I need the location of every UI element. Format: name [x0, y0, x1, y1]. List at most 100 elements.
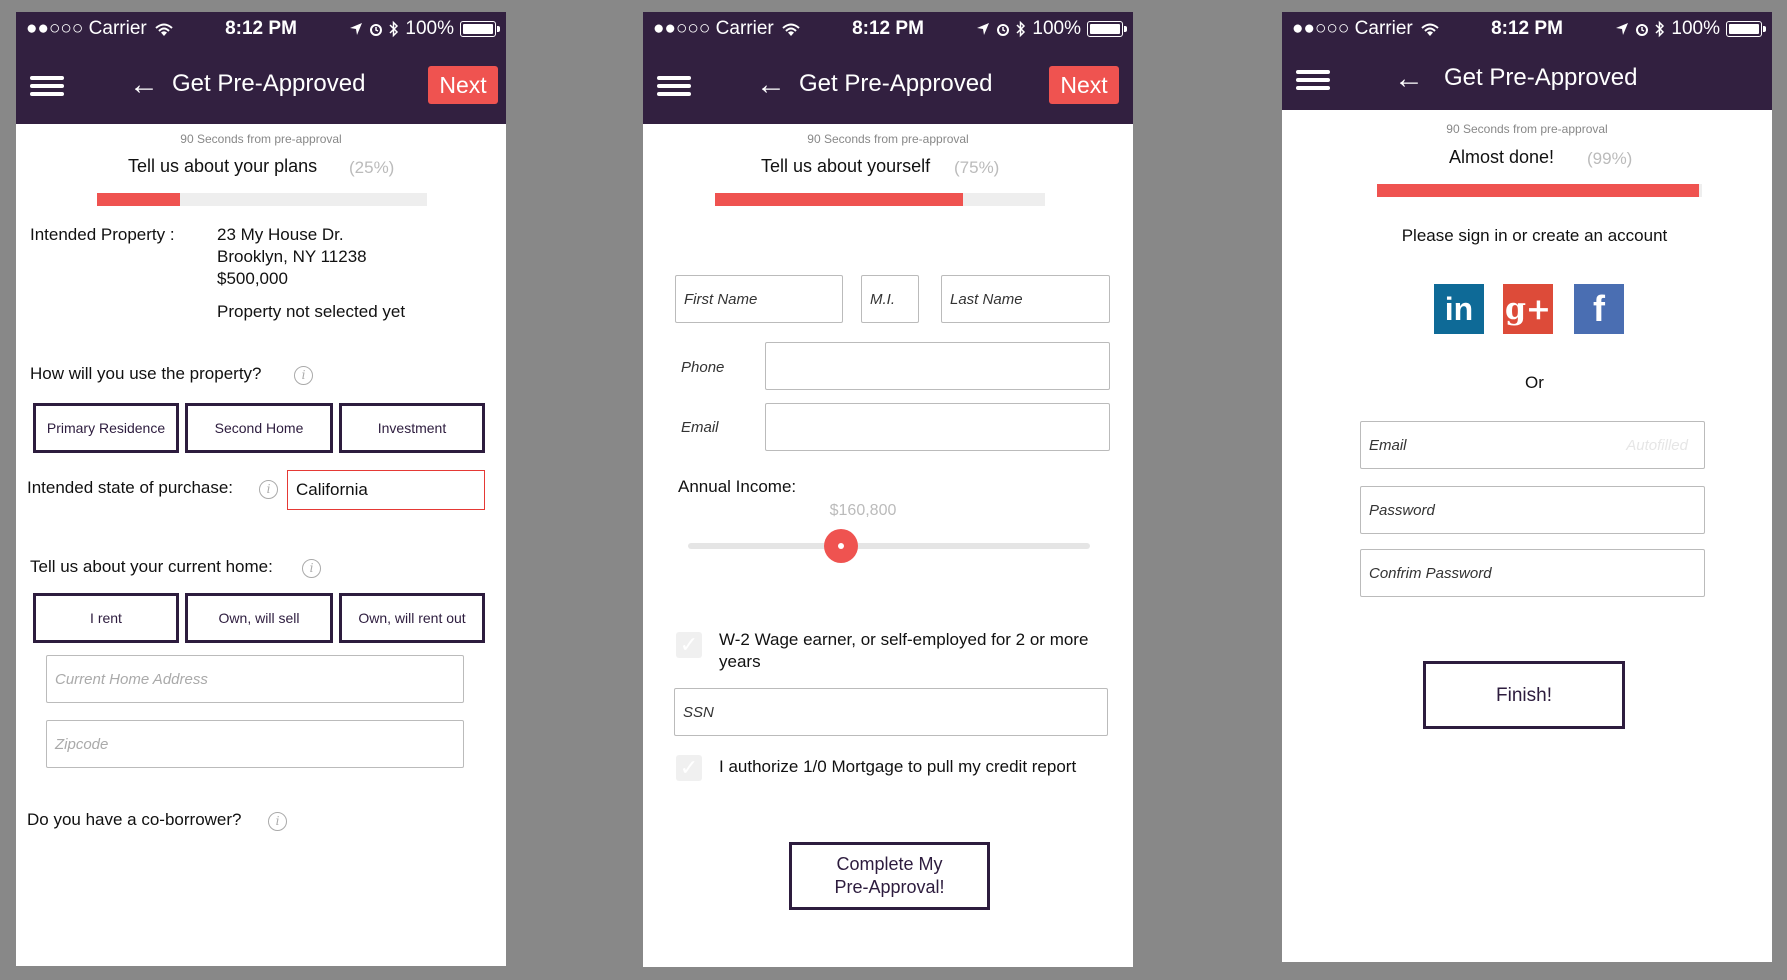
battery-percent: 100% [405, 18, 454, 39]
status-right: 100% [349, 18, 500, 40]
linkedin-icon[interactable]: in [1434, 284, 1484, 334]
signin-email-input[interactable]: Email Autofilled [1360, 421, 1705, 469]
property-price: $500,000 [217, 269, 288, 288]
email-autofill-hint: Autofilled [1626, 436, 1688, 454]
progress-fill [1377, 184, 1699, 197]
home-option-sell[interactable]: Own, will sell [185, 593, 333, 643]
home-option-rent[interactable]: I rent [33, 593, 179, 643]
checkmark-icon: ✓ [679, 632, 699, 657]
phone-label: Phone [681, 359, 725, 376]
use-question: How will you use the property? [30, 364, 262, 383]
navbar: ← Get Pre-Approved Next [16, 46, 506, 124]
menu-icon[interactable] [1296, 70, 1330, 90]
battery-percent: 100% [1671, 18, 1720, 39]
property-address-line1: 23 My House Dr. [217, 225, 344, 244]
use-option-second-home[interactable]: Second Home [185, 403, 333, 453]
w2-checkbox[interactable]: ✓ [676, 632, 702, 658]
zipcode-input[interactable]: Zipcode [46, 720, 464, 768]
location-icon [350, 23, 363, 35]
battery-icon [460, 21, 500, 37]
complete-preapproval-button[interactable]: Complete My Pre-Approval! [789, 842, 990, 910]
navbar: ← Get Pre-Approved [1282, 46, 1772, 110]
complete-button-line2: Pre-Approval! [834, 877, 945, 897]
ssn-input[interactable]: SSN [674, 688, 1108, 736]
step-title: Tell us about your plans [128, 156, 318, 176]
w2-label: W-2 Wage earner, or self-employed for 2 … [719, 630, 1089, 671]
home-option-rent-out[interactable]: Own, will rent out [339, 593, 485, 643]
phone-input[interactable] [765, 342, 1110, 390]
menu-icon[interactable] [30, 76, 64, 96]
back-arrow-icon[interactable]: ← [1394, 64, 1424, 94]
google-plus-label: g+ [1504, 291, 1552, 327]
property-label: Intended Property : [30, 225, 175, 244]
linkedin-label: in [1444, 290, 1474, 327]
menu-icon[interactable] [657, 76, 691, 96]
income-slider-track[interactable] [688, 543, 1090, 549]
alarm-icon [997, 24, 1010, 36]
next-button[interactable]: Next [428, 66, 498, 104]
or-divider: Or [1525, 373, 1544, 392]
signin-email-label: Email [1369, 436, 1407, 454]
status-bar: ●●○○○ Carrier 8:12 PM 100% [643, 12, 1133, 46]
authorize-checkbox[interactable]: ✓ [676, 755, 702, 781]
finish-button[interactable]: Finish! [1423, 661, 1625, 729]
progress-percent: (75%) [954, 158, 1000, 177]
coborrower-question: Do you have a co-borrower? [27, 810, 242, 829]
progress-percent: (25%) [349, 158, 395, 177]
status-bar: ●●○○○ Carrier 8:12 PM 100% [1282, 12, 1772, 46]
password-input[interactable]: Password [1360, 486, 1705, 534]
complete-button-line1: Complete My [836, 854, 943, 874]
progress-fill [97, 193, 180, 206]
current-home-label: Tell us about your current home: [30, 557, 273, 576]
property-not-selected: Property not selected yet [217, 302, 406, 321]
income-slider-knob[interactable] [823, 529, 858, 563]
phone-screen-plans: ●●○○○ Carrier 8:12 PM 100% ← Get Pre-App… [16, 12, 506, 966]
current-home-address-input[interactable]: Current Home Address [46, 655, 464, 703]
alarm-icon [370, 24, 383, 36]
next-button[interactable]: Next [1049, 66, 1119, 104]
income-value: $160,800 [829, 502, 897, 519]
progress-percent: (99%) [1587, 149, 1633, 168]
subtitle: 90 Seconds from pre-approval [1446, 122, 1608, 136]
checkmark-icon: ✓ [679, 755, 699, 780]
info-icon[interactable]: i [294, 366, 313, 385]
nav-title: Get Pre-Approved [799, 70, 993, 97]
phone-screen-signin: ●●○○○ Carrier 8:12 PM 100% ← Get Pre-App… [1282, 12, 1772, 962]
first-name-input[interactable]: First Name [675, 275, 843, 323]
bluetooth-icon [389, 20, 399, 38]
info-icon[interactable]: i [268, 812, 287, 831]
google-plus-icon[interactable]: g+ [1503, 284, 1553, 334]
battery-icon [1726, 21, 1766, 37]
facebook-label: f [1593, 288, 1605, 329]
email-input[interactable] [765, 403, 1110, 451]
last-name-input[interactable]: Last Name [941, 275, 1110, 323]
phone-screen-yourself: ●●○○○ Carrier 8:12 PM 100% ← Get Pre-App… [643, 12, 1133, 967]
state-input[interactable]: California [287, 470, 485, 510]
middle-initial-input[interactable]: M.I. [861, 275, 919, 323]
nav-title: Get Pre-Approved [1444, 64, 1638, 91]
info-icon[interactable]: i [259, 480, 278, 499]
back-arrow-icon[interactable]: ← [129, 70, 159, 100]
email-label: Email [681, 419, 719, 436]
back-arrow-icon[interactable]: ← [756, 70, 786, 100]
authorize-label: I authorize 1/0 Mortgage to pull my cred… [719, 757, 1077, 776]
use-option-investment[interactable]: Investment [339, 403, 485, 453]
navbar: ← Get Pre-Approved Next [643, 46, 1133, 124]
step-title: Tell us about yourself [761, 156, 931, 176]
battery-percent: 100% [1032, 18, 1081, 39]
property-address-line2: Brooklyn, NY 11238 [217, 247, 367, 266]
status-bar: ●●○○○ Carrier 8:12 PM 100% [16, 12, 506, 46]
confirm-password-input[interactable]: Confrim Password [1360, 549, 1705, 597]
info-icon[interactable]: i [302, 559, 321, 578]
progress-fill [715, 193, 963, 206]
facebook-icon[interactable]: f [1574, 284, 1624, 334]
bluetooth-icon [1016, 20, 1026, 38]
income-label: Annual Income: [678, 477, 797, 496]
status-right: 100% [1615, 18, 1766, 40]
bluetooth-icon [1655, 20, 1665, 38]
location-icon [977, 23, 990, 35]
alarm-icon [1636, 24, 1649, 36]
state-label: Intended state of purchase: [27, 478, 234, 497]
nav-title: Get Pre-Approved [172, 70, 366, 97]
use-option-primary-residence[interactable]: Primary Residence [33, 403, 179, 453]
